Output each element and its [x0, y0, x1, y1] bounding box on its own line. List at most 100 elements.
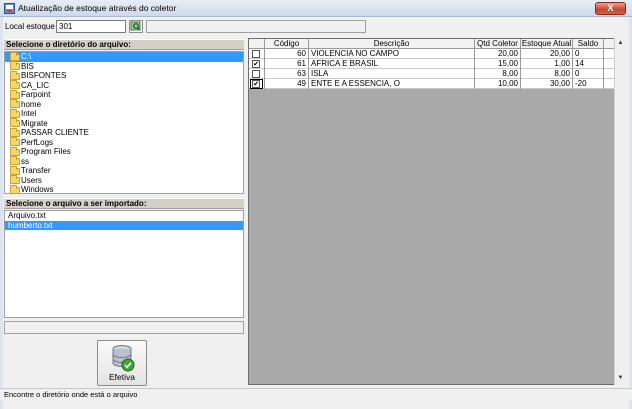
directory-item-label: Intel — [21, 109, 37, 118]
scroll-down-icon[interactable]: ▼ — [616, 374, 625, 383]
file-item[interactable]: Arquivo.txt — [5, 211, 243, 221]
close-button[interactable]: X — [595, 2, 626, 15]
directory-item-label: CA_LIC — [21, 80, 50, 90]
table-row[interactable]: 60 VIOLENCIA NO CAMPO 20,00 20,00 0 — [249, 49, 615, 59]
folder-icon — [10, 156, 20, 165]
directory-item-label: BIS — [21, 61, 34, 71]
column-header-qtd-coletor[interactable]: Qtd Coletor — [475, 39, 521, 49]
title-bar: Atualização de estoque através do coleto… — [0, 0, 632, 17]
file-list[interactable]: Arquivo.txt humberto.txt — [4, 210, 244, 318]
descricao-cell: ISLA — [309, 69, 475, 79]
row-checkbox[interactable] — [252, 70, 260, 78]
directory-item-label: Windows — [21, 185, 54, 194]
folder-icon — [10, 118, 20, 127]
window-title: Atualização de estoque através do coleto… — [18, 3, 177, 13]
efetiva-label: Efetiva — [109, 372, 135, 382]
efetiva-button[interactable]: Efetiva — [97, 340, 147, 386]
status-bar: Encontre o diretório onde está o arquivo — [0, 388, 632, 400]
directory-panel-header: Selecione o diretório do arquivo: — [4, 39, 244, 50]
table-row[interactable]: 49 ENTE E A ESSENCIA, O 10,00 30,00 -20 — [249, 79, 615, 89]
folder-icon — [10, 165, 20, 175]
file-panel-header: Selecione o arquivo a ser importado: — [4, 198, 244, 209]
folder-icon — [10, 89, 20, 99]
folder-icon — [10, 80, 20, 89]
row-checkbox[interactable] — [252, 60, 260, 68]
row-check-cell — [249, 79, 265, 89]
directory-item-label: Program Files — [21, 147, 71, 156]
directory-item[interactable]: ss — [5, 156, 243, 167]
folder-icon — [10, 175, 20, 184]
directory-item[interactable]: CA_LIC — [5, 80, 243, 91]
descricao-cell: VIOLENCIA NO CAMPO — [309, 49, 475, 59]
directory-item-label: BISFONTES — [21, 71, 67, 80]
directory-item[interactable]: Migrate — [5, 118, 243, 129]
directory-item[interactable]: Windows — [5, 184, 243, 194]
table-row[interactable]: 63 ISLA 8,00 8,00 0 — [249, 69, 615, 79]
directory-item-label: PASSAR CLIENTE — [21, 128, 89, 137]
qtd-coletor-cell: 15,00 — [475, 59, 521, 69]
directory-item-label: C:\ — [21, 52, 32, 61]
descricao-cell: ENTE E A ESSENCIA, O — [309, 79, 475, 89]
codigo-cell: 61 — [265, 59, 309, 69]
directory-item-label: Users — [21, 175, 42, 185]
local-estoque-label: Local estoque — [5, 22, 55, 31]
folder-icon — [10, 99, 20, 108]
directory-item[interactable]: PerfLogs — [5, 137, 243, 148]
saldo-cell: -20 — [573, 79, 604, 89]
directory-item[interactable]: PASSAR CLIENTE — [5, 127, 243, 138]
column-header-descricao[interactable]: Descrição — [309, 39, 475, 49]
folder-icon — [10, 61, 20, 70]
directory-list[interactable]: C:\ BIS BISFONTES CA_LIC Farpoint home I… — [4, 51, 244, 194]
directory-item[interactable]: Program Files — [5, 146, 243, 157]
directory-item-label: Farpoint — [21, 90, 51, 99]
directory-item[interactable]: BIS — [5, 61, 243, 72]
directory-item[interactable]: Transfer — [5, 165, 243, 176]
row-check-cell — [249, 59, 265, 69]
estoque-atual-cell: 8,00 — [521, 69, 573, 79]
directory-item-label: Migrate — [21, 118, 48, 128]
directory-item-label: ss — [21, 156, 29, 166]
codigo-cell: 49 — [265, 79, 309, 89]
directory-item[interactable]: Intel — [5, 108, 243, 119]
column-header-estoque-atual[interactable]: Estoque Atual — [521, 39, 573, 49]
qtd-coletor-cell: 8,00 — [475, 69, 521, 79]
row-check-cell — [249, 69, 265, 79]
grid-header: Código Descrição Qtd Coletor Estoque Atu… — [249, 39, 615, 49]
directory-item[interactable]: Users — [5, 175, 243, 186]
column-header-check — [249, 39, 265, 49]
row-check-cell — [249, 49, 265, 59]
estoque-atual-cell: 1,00 — [521, 59, 573, 69]
saldo-cell: 0 — [573, 49, 604, 59]
folder-icon — [10, 108, 20, 118]
row-checkbox[interactable] — [252, 50, 260, 58]
local-estoque-description — [146, 20, 366, 33]
scroll-up-icon[interactable]: ▲ — [616, 39, 625, 48]
directory-item[interactable]: C:\ — [5, 52, 243, 62]
qtd-coletor-cell: 10,00 — [475, 79, 521, 89]
database-check-icon — [112, 345, 135, 372]
directory-item[interactable]: BISFONTES — [5, 70, 243, 81]
table-row[interactable]: 61 AFRICA E BRASIL 15,00 1,00 14 — [249, 59, 615, 69]
row-checkbox[interactable] — [252, 80, 260, 88]
directory-item[interactable]: home — [5, 99, 243, 110]
estoque-atual-cell: 30,00 — [521, 79, 573, 89]
qtd-coletor-cell: 20,00 — [475, 49, 521, 59]
codigo-cell: 63 — [265, 69, 309, 79]
estoque-atual-cell: 20,00 — [521, 49, 573, 59]
folder-icon — [10, 137, 20, 146]
column-header-codigo[interactable]: Código — [265, 39, 309, 49]
items-grid[interactable]: Código Descrição Qtd Coletor Estoque Atu… — [248, 38, 625, 385]
folder-icon — [10, 184, 20, 193]
directory-item-label: Transfer — [21, 166, 51, 175]
grid-vertical-scrollbar[interactable]: ▲ ▼ — [614, 38, 625, 385]
app-icon — [4, 3, 15, 14]
file-item[interactable]: humberto.txt — [5, 220, 243, 230]
saldo-cell: 0 — [573, 69, 604, 79]
local-search-button[interactable] — [129, 20, 143, 33]
directory-item[interactable]: Farpoint — [5, 89, 243, 100]
local-estoque-input[interactable]: 301 — [56, 20, 126, 33]
column-header-saldo[interactable]: Saldo — [573, 39, 604, 49]
folder-icon — [10, 146, 20, 156]
search-icon — [130, 21, 141, 31]
folder-icon — [10, 127, 20, 137]
